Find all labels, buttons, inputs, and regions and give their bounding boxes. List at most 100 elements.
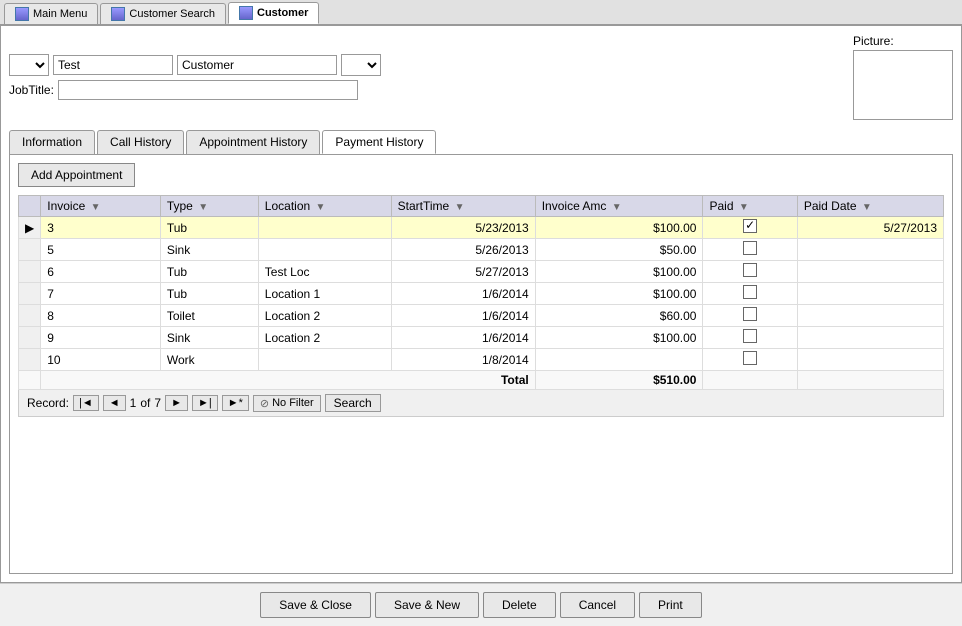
nav-prev-button[interactable]: ◄ (103, 395, 126, 411)
tab-label-customer: Customer (257, 7, 308, 19)
col-header-paid[interactable]: Paid ▼ (703, 196, 797, 217)
col-header-type[interactable]: Type ▼ (160, 196, 258, 217)
save-new-button[interactable]: Save & New (375, 592, 479, 618)
last-name-input[interactable] (177, 55, 337, 75)
record-current: 1 (130, 396, 137, 410)
cell-paid-date (797, 305, 943, 327)
row-indicator (19, 349, 41, 371)
row-indicator (19, 305, 41, 327)
cell-starttime: 5/23/2013 (391, 217, 535, 239)
cell-amount: $100.00 (535, 283, 703, 305)
cell-paid[interactable] (703, 283, 797, 305)
tab-content-payment-history: Add Appointment Invoice ▼ Type ▼ Locatio… (9, 154, 953, 574)
print-button[interactable]: Print (639, 592, 702, 618)
tab-label-customer-search: Customer Search (129, 8, 215, 20)
sort-arrow-type: ▼ (198, 202, 208, 213)
row-indicator (19, 327, 41, 349)
add-appointment-button[interactable]: Add Appointment (18, 163, 135, 187)
sort-arrow-paid: ▼ (739, 202, 749, 213)
tab-label-appointment-history: Appointment History (199, 135, 307, 149)
table-row[interactable]: 7TubLocation 11/6/2014$100.00 (19, 283, 944, 305)
record-total: 7 (154, 396, 161, 410)
cell-type: Sink (160, 327, 258, 349)
jobtitle-input[interactable] (58, 80, 358, 100)
nav-next-button[interactable]: ► (165, 395, 188, 411)
cell-paid-date (797, 239, 943, 261)
first-name-input[interactable] (53, 55, 173, 75)
tab-icon-main-menu (15, 7, 29, 21)
cell-paid[interactable] (703, 305, 797, 327)
tab-customer[interactable]: Customer (228, 2, 319, 24)
nav-new-button[interactable]: ►* (222, 395, 249, 411)
table-row[interactable]: ▶3Tub5/23/2013$100.005/27/2013 (19, 217, 944, 239)
cell-type: Work (160, 349, 258, 371)
tab-appointment-history[interactable]: Appointment History (186, 130, 320, 154)
cell-type: Sink (160, 239, 258, 261)
paid-checkbox[interactable] (743, 219, 757, 233)
table-row[interactable]: 8ToiletLocation 21/6/2014$60.00 (19, 305, 944, 327)
tab-call-history[interactable]: Call History (97, 130, 184, 154)
search-button[interactable]: Search (325, 394, 381, 412)
tab-label-information: Information (22, 135, 82, 149)
jobtitle-label: JobTitle: (9, 83, 54, 97)
tab-information[interactable]: Information (9, 130, 95, 154)
col-header-location[interactable]: Location ▼ (258, 196, 391, 217)
customer-header: Mr. Ms. Dr. Jr. Sr. JobTitle: Picture: (9, 34, 953, 120)
col-header-paid-date[interactable]: Paid Date ▼ (797, 196, 943, 217)
sort-arrow-invoice: ▼ (91, 202, 101, 213)
cell-amount: $100.00 (535, 217, 703, 239)
tab-label-call-history: Call History (110, 135, 171, 149)
suffix-dropdown[interactable]: Jr. Sr. (341, 54, 381, 76)
cell-paid[interactable] (703, 349, 797, 371)
picture-area: Picture: (853, 34, 953, 120)
picture-label: Picture: (853, 34, 894, 48)
tab-label-main-menu: Main Menu (33, 8, 87, 20)
header-left: Mr. Ms. Dr. Jr. Sr. JobTitle: (9, 54, 853, 100)
cell-paid-date: 5/27/2013 (797, 217, 943, 239)
cell-type: Toilet (160, 305, 258, 327)
cancel-button[interactable]: Cancel (560, 592, 635, 618)
cell-starttime: 1/6/2014 (391, 283, 535, 305)
col-header-starttime[interactable]: StartTime ▼ (391, 196, 535, 217)
cell-location: Location 1 (258, 283, 391, 305)
cell-invoice: 10 (41, 349, 161, 371)
nav-first-button[interactable]: |◄ (73, 395, 99, 411)
col-header-invoice-amount[interactable]: Invoice Amc ▼ (535, 196, 703, 217)
cell-type: Tub (160, 261, 258, 283)
table-row[interactable]: 6TubTest Loc5/27/2013$100.00 (19, 261, 944, 283)
tab-icon-customer-search (111, 7, 125, 21)
col-header-invoice[interactable]: Invoice ▼ (41, 196, 161, 217)
payment-history-table: Invoice ▼ Type ▼ Location ▼ StartTime ▼ … (18, 195, 944, 390)
paid-checkbox[interactable] (743, 307, 757, 321)
save-close-button[interactable]: Save & Close (260, 592, 371, 618)
paid-checkbox[interactable] (743, 329, 757, 343)
tab-main-menu[interactable]: Main Menu (4, 3, 98, 24)
cell-paid[interactable] (703, 217, 797, 239)
cell-starttime: 1/8/2014 (391, 349, 535, 371)
cell-paid[interactable] (703, 239, 797, 261)
cell-location: Location 2 (258, 327, 391, 349)
nav-last-button[interactable]: ►| (192, 395, 218, 411)
cell-invoice: 6 (41, 261, 161, 283)
tab-payment-history[interactable]: Payment History (322, 130, 436, 154)
cell-paid[interactable] (703, 261, 797, 283)
table-row[interactable]: 5Sink5/26/2013$50.00 (19, 239, 944, 261)
paid-checkbox[interactable] (743, 241, 757, 255)
paid-checkbox[interactable] (743, 351, 757, 365)
no-filter-button[interactable]: ⊘ No Filter (253, 395, 321, 412)
delete-button[interactable]: Delete (483, 592, 556, 618)
salutation-dropdown[interactable]: Mr. Ms. Dr. (9, 54, 49, 76)
paid-checkbox[interactable] (743, 263, 757, 277)
tab-customer-search[interactable]: Customer Search (100, 3, 226, 24)
row-indicator (19, 283, 41, 305)
paid-checkbox[interactable] (743, 285, 757, 299)
table-row[interactable]: 9SinkLocation 21/6/2014$100.00 (19, 327, 944, 349)
col-header-indicator (19, 196, 41, 217)
cell-location: Location 2 (258, 305, 391, 327)
table-row[interactable]: 10Work 1/8/2014 (19, 349, 944, 371)
cell-type: Tub (160, 217, 258, 239)
cell-amount: $50.00 (535, 239, 703, 261)
total-label: Total (41, 371, 535, 390)
tab-label-payment-history: Payment History (335, 135, 423, 149)
cell-paid[interactable] (703, 327, 797, 349)
